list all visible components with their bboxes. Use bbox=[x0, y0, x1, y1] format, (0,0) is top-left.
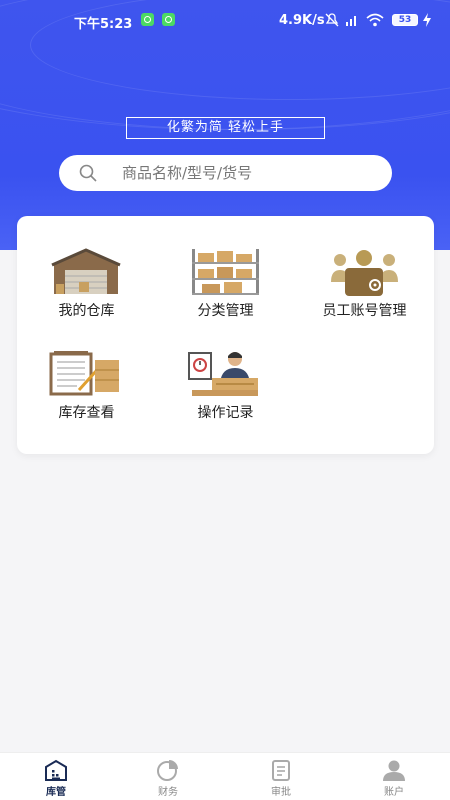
tab-label: 财务 bbox=[158, 787, 178, 798]
status-bar: 下午5:23 4.9K/s 53 bbox=[0, 0, 450, 40]
charging-icon bbox=[423, 13, 431, 27]
menu-item-label: 操作记录 bbox=[197, 405, 254, 421]
warehouse-icon bbox=[51, 248, 121, 294]
menu-item-my-warehouse[interactable]: 我的仓库 bbox=[17, 216, 156, 326]
tab-label: 库管 bbox=[46, 787, 66, 798]
tab-label: 审批 bbox=[271, 787, 291, 798]
tab-label: 账户 bbox=[384, 787, 404, 798]
battery-indicator: 53 bbox=[392, 14, 418, 26]
search-icon bbox=[79, 164, 97, 182]
function-menu-panel: 我的仓库 分类管理 员工账号管理 库存查看 操作记录 bbox=[17, 216, 434, 454]
notification-app-icon bbox=[141, 13, 154, 26]
staff-account-icon bbox=[331, 250, 398, 296]
shelf-boxes-icon bbox=[192, 249, 259, 295]
menu-item-staff-account-management[interactable]: 员工账号管理 bbox=[295, 216, 434, 326]
pie-chart-icon bbox=[157, 760, 178, 781]
search-input[interactable] bbox=[122, 164, 372, 182]
search-bar[interactable] bbox=[59, 155, 392, 191]
tab-account[interactable]: 账户 bbox=[338, 753, 450, 800]
menu-item-label: 员工账号管理 bbox=[322, 303, 407, 319]
inventory-clipboard-icon bbox=[49, 351, 119, 396]
user-icon bbox=[383, 760, 405, 781]
bottom-tab-bar: 库管 财务 审批 账户 bbox=[0, 752, 450, 800]
operator-record-icon bbox=[188, 352, 258, 396]
network-speed: 4.9K/s bbox=[279, 13, 325, 28]
wifi-icon bbox=[366, 13, 384, 27]
slogan-banner: 化繁为简 轻松上手 bbox=[126, 117, 325, 139]
menu-item-label: 我的仓库 bbox=[58, 303, 115, 319]
menu-item-label: 库存查看 bbox=[58, 405, 115, 421]
mute-icon bbox=[325, 13, 339, 27]
menu-item-category-management[interactable]: 分类管理 bbox=[156, 216, 295, 326]
tab-finance[interactable]: 财务 bbox=[112, 753, 224, 800]
menu-item-label: 分类管理 bbox=[197, 303, 254, 319]
menu-item-operation-records[interactable]: 操作记录 bbox=[156, 318, 295, 428]
tab-inventory-management[interactable]: 库管 bbox=[0, 753, 112, 800]
tab-approval[interactable]: 审批 bbox=[225, 753, 337, 800]
menu-item-inventory-view[interactable]: 库存查看 bbox=[17, 318, 156, 428]
signal-icon bbox=[346, 16, 356, 26]
warehouse-tab-icon bbox=[45, 759, 67, 781]
clipboard-icon bbox=[272, 760, 290, 781]
status-time: 下午5:23 bbox=[74, 17, 133, 32]
notification-app-icon bbox=[162, 13, 175, 26]
